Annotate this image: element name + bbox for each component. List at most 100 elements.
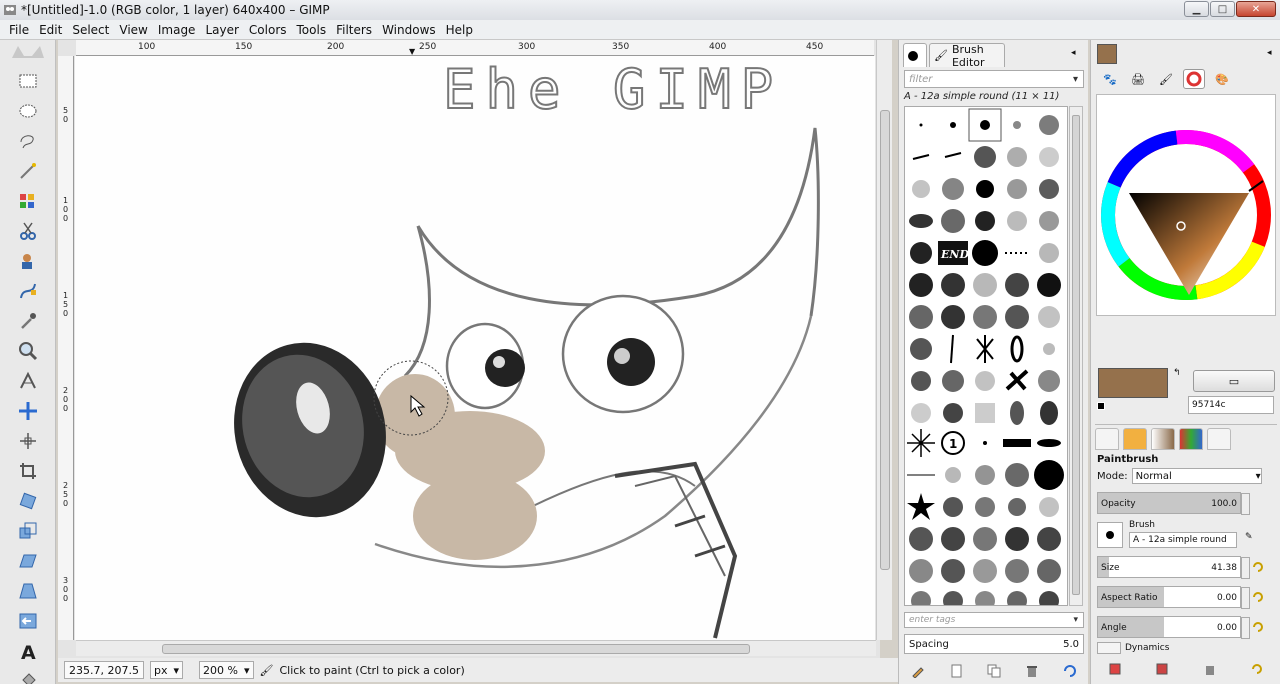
fg-color-tab-icon[interactable] [1097,44,1117,64]
unit-select[interactable]: px ▾ [149,661,184,679]
watercolor-selector-icon[interactable]: 🖌 [1155,69,1177,89]
menu-file[interactable]: File [4,23,34,37]
canvas-horizontal-scrollbar[interactable] [76,640,876,656]
free-select-tool-icon[interactable] [14,128,42,154]
gimp-selector-icon[interactable]: 🐾 [1099,69,1121,89]
default-colors-icon[interactable] [1097,402,1105,410]
foreground-color-swatch[interactable] [1098,368,1168,398]
text-tool-icon[interactable]: A [14,638,42,664]
brush-filter-input[interactable]: filter ▾ [904,70,1084,88]
reset-size-icon[interactable] [1251,560,1265,574]
refresh-brushes-icon[interactable] [1063,664,1077,678]
crop-tool-icon[interactable] [14,458,42,484]
close-button[interactable]: ✕ [1236,1,1276,17]
vertical-ruler[interactable]: 5 0 1 0 0 1 5 0 2 0 0 2 5 0 3 0 0 [58,56,74,640]
dynamics-row[interactable]: Dynamics [1097,642,1169,654]
align-tool-icon[interactable] [14,428,42,454]
angle-spinner[interactable] [1241,617,1250,639]
scroll-thumb[interactable] [1072,115,1080,595]
delete-brush-icon[interactable] [1025,664,1039,678]
measure-tool-icon[interactable] [14,368,42,394]
scale-tool-icon[interactable] [14,518,42,544]
brush-name-field[interactable]: A - 12a simple round [1129,532,1237,548]
select-by-color-tool-icon[interactable] [14,188,42,214]
delete-options-icon[interactable] [1203,662,1217,676]
menu-view[interactable]: View [114,23,152,37]
brush-spacing-slider[interactable]: Spacing 5.0 [904,634,1084,654]
scissors-select-tool-icon[interactable] [14,218,42,244]
brush-tags-input[interactable]: enter tags ▾ [904,612,1084,628]
color-picker-tool-icon[interactable] [14,308,42,334]
menu-edit[interactable]: Edit [34,23,67,37]
menu-layer[interactable]: Layer [200,23,243,37]
size-spinner[interactable] [1241,557,1250,579]
restore-options-icon[interactable] [1155,662,1169,676]
scroll-thumb[interactable] [880,110,890,570]
shear-tool-icon[interactable] [14,548,42,574]
save-options-icon[interactable] [1108,662,1122,676]
hex-color-input[interactable]: 95714c [1188,396,1274,414]
color-wheel-widget[interactable] [1096,94,1276,316]
tab-brushes[interactable] [903,43,927,67]
image-canvas[interactable]: Ehe GIMP [75,56,875,640]
rect-select-tool-icon[interactable] [14,68,42,94]
flip-tool-icon[interactable] [14,608,42,634]
menu-select[interactable]: Select [67,23,114,37]
zoom-tool-icon[interactable] [14,338,42,364]
edit-brush-icon[interactable] [911,664,925,678]
menu-windows[interactable]: Windows [377,23,441,37]
brush-grid[interactable]: END 1 [904,106,1068,606]
tab-patterns[interactable] [1123,428,1147,450]
edit-brush-icon[interactable]: ✎ [1245,532,1253,542]
menu-tools[interactable]: Tools [292,23,332,37]
size-slider[interactable]: Size 41.38 [1097,556,1250,579]
minimize-button[interactable]: ▁ [1184,1,1209,17]
panel-menu-icon[interactable]: ◂ [1267,48,1272,58]
maximize-button[interactable]: □ [1210,1,1235,17]
paths-tool-icon[interactable] [14,278,42,304]
tab-tool-options[interactable] [1095,428,1119,450]
reset-aspect-icon[interactable] [1251,590,1265,604]
ruler-label: 400 [709,42,727,52]
panel-menu-icon[interactable]: ◂ [1071,48,1076,58]
mode-select[interactable]: Normal ▾ [1131,468,1262,484]
canvas-vertical-scrollbar[interactable] [876,40,892,640]
color-picker-button[interactable]: ▭ [1193,370,1275,392]
opacity-spinner[interactable] [1241,493,1250,515]
zoom-select[interactable]: 200 % ▾ [199,661,254,679]
angle-slider[interactable]: Angle 0.00 [1097,616,1250,639]
move-tool-icon[interactable] [14,398,42,424]
tab-fonts[interactable] [1207,428,1231,450]
tab-brush-editor[interactable]: 🖌 Brush Editor [929,43,1005,69]
aspect-value: 0.00 [1216,593,1237,603]
aspect-ratio-slider[interactable]: Aspect Ratio 0.00 [1097,586,1250,609]
reset-angle-icon[interactable] [1251,620,1265,634]
foreground-select-tool-icon[interactable] [14,248,42,274]
tab-palettes[interactable] [1179,428,1203,450]
opacity-slider[interactable]: Opacity 100.0 [1097,492,1250,515]
ellipse-select-tool-icon[interactable] [14,98,42,124]
aspect-spinner[interactable] [1241,587,1250,609]
swap-colors-icon[interactable]: ↰ [1173,368,1181,378]
tab-gradients[interactable] [1151,428,1175,450]
rotate-tool-icon[interactable] [14,488,42,514]
menu-image[interactable]: Image [153,23,201,37]
new-brush-icon[interactable] [949,664,963,678]
scroll-thumb[interactable] [162,644,750,654]
duplicate-brush-icon[interactable] [987,664,1001,678]
menu-filters[interactable]: Filters [331,23,377,37]
reset-options-icon[interactable] [1250,662,1264,676]
bucket-fill-tool-icon[interactable] [14,668,42,684]
brush-grid-scrollbar[interactable] [1069,106,1083,606]
cmyk-selector-icon[interactable]: 🖨 [1127,69,1149,89]
wheel-selector-icon[interactable] [1183,69,1205,89]
fuzzy-select-tool-icon[interactable] [14,158,42,184]
ruler-label: 1 0 0 [63,196,69,223]
perspective-tool-icon[interactable] [14,578,42,604]
palette-selector-icon[interactable]: 🎨 [1211,69,1233,89]
menu-colors[interactable]: Colors [244,23,292,37]
filter-placeholder: filter [909,73,933,85]
menu-help[interactable]: Help [441,23,478,37]
brush-preview-button[interactable] [1097,522,1123,548]
horizontal-ruler[interactable]: 100 150 200 250 300 350 400 450 ▼ [76,40,874,56]
